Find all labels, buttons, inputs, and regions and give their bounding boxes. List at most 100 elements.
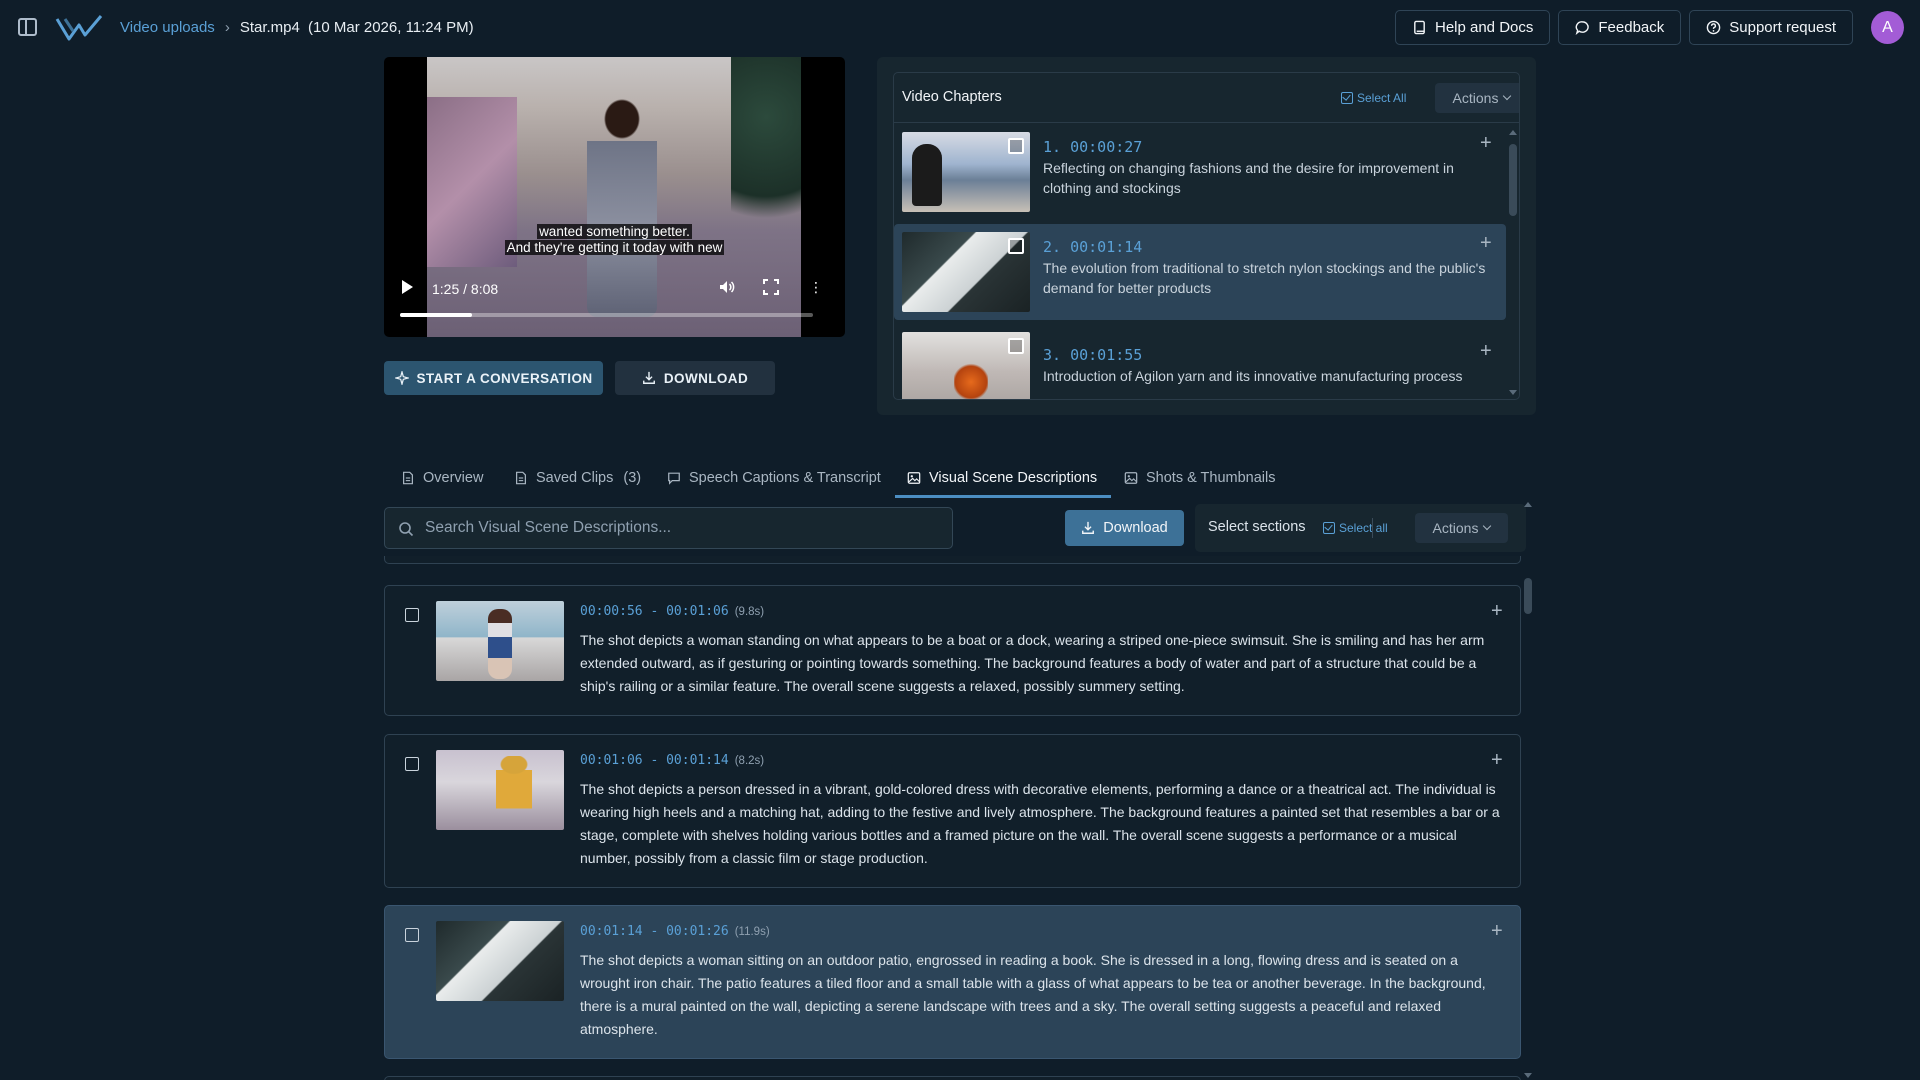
chapters-header: Video Chapters Select All Actions [894,73,1519,123]
scene-checkbox[interactable] [405,608,419,622]
sparkle-icon [394,371,409,385]
breadcrumb-current-file: Star.mp4 (10 Mar 2026, 11:24 PM) [240,19,474,36]
header-actions: Help and Docs Feedback Support request A [1394,10,1904,45]
scroll-up-icon[interactable] [1509,130,1517,135]
scene-card[interactable]: 00:01:14 - 00:01:26 (11.9s) The shot depi… [384,905,1521,1059]
top-bar: Video uploads › Star.mp4 (10 Mar 2026, 1… [0,0,1920,55]
support-request-button[interactable]: Support request [1689,10,1853,45]
chapter-item[interactable]: 2. 00:01:14 The evolution from tradition… [894,224,1506,320]
chevron-down-icon [1483,521,1492,531]
breadcrumb-video-uploads[interactable]: Video uploads [120,19,215,36]
scroll-thumb[interactable] [1509,144,1517,216]
play-icon[interactable] [402,280,413,294]
chapters-card: Video Chapters Select All Actions 1. 00:… [893,72,1520,400]
chapters-list: 1. 00:00:27 Reflecting on changing fashi… [894,124,1506,399]
feedback-label: Feedback [1598,19,1665,36]
tab-speech-captions[interactable]: Speech Captions & Transcript [667,458,881,498]
scene-thumbnail[interactable] [436,921,564,1001]
chapters-select-all-button[interactable]: Select All [1341,91,1406,105]
chapter-item[interactable]: 1. 00:00:27 Reflecting on changing fashi… [894,124,1506,220]
download-descriptions-label: Download [1103,520,1168,536]
scene-time-range[interactable]: 00:00:56 - 00:01:06 (9.8s) [580,604,764,619]
scene-checkbox[interactable] [405,928,419,942]
scene-duration: (8.2s) [734,755,765,767]
app-logo-icon[interactable] [55,13,103,43]
sidebar-toggle-icon[interactable] [18,18,37,36]
video-time: 1:25 / 8:08 [432,281,499,297]
scroll-thumb[interactable] [1524,578,1532,614]
tab-shots-thumbnails[interactable]: Shots & Thumbnails [1124,458,1276,498]
chapter-time[interactable]: 3. 00:01:55 [1043,346,1142,364]
scene-duration: (9.8s) [734,606,765,618]
chevron-right-icon: › [224,19,230,36]
select-sections-label: Select sections [1208,519,1306,535]
chapter-description: Reflecting on changing fashions and the … [1043,160,1454,196]
scene-thumbnail[interactable] [436,601,564,681]
fullscreen-icon[interactable] [763,279,779,295]
scene-time-range[interactable]: 00:01:06 - 00:01:14 (8.2s) [580,753,764,768]
chapter-time[interactable]: 1. 00:00:27 [1043,138,1142,156]
scene-card-partial [384,1076,1521,1080]
add-icon[interactable]: + [1480,132,1492,155]
start-conversation-button[interactable]: START A CONVERSATION [384,361,603,395]
select-all-sections-button[interactable]: Select all [1323,521,1388,535]
scene-time-range[interactable]: 00:01:14 - 00:01:26 (11.9s) [580,924,770,939]
help-docs-button[interactable]: Help and Docs [1394,10,1551,45]
volume-icon[interactable] [718,278,736,296]
chapter-checkbox[interactable] [1008,138,1024,154]
tab-overview[interactable]: Overview [401,458,483,498]
chapters-actions-dropdown[interactable]: Actions [1435,83,1519,113]
scene-card[interactable]: 00:01:06 - 00:01:14 (8.2s) The shot depic… [384,734,1521,888]
scroll-up-icon[interactable] [1524,502,1532,507]
chapter-description: The evolution from traditional to stretc… [1043,260,1486,296]
saved-clips-count: (3) [623,470,642,486]
scene-search [384,507,953,549]
select-all-sections-label: Select all [1339,521,1388,535]
chapter-checkbox[interactable] [1008,338,1024,354]
add-icon[interactable]: + [1480,340,1492,363]
scene-duration: (11.9s) [734,926,770,938]
add-icon[interactable]: + [1480,232,1492,255]
scene-list-scrollbar[interactable] [1521,500,1536,1080]
chapter-item[interactable]: 3. 00:01:55 Introduction of Agilon yarn … [894,324,1506,399]
chapter-checkbox[interactable] [1008,238,1024,254]
scene-thumbnail[interactable] [436,750,564,830]
video-player[interactable]: wanted something better. And they're get… [384,57,845,337]
add-icon[interactable]: + [1491,920,1503,943]
sections-actions-dropdown[interactable]: Actions [1415,513,1508,543]
more-options-icon[interactable]: ⋮ [808,279,824,295]
start-conversation-label: START A CONVERSATION [416,370,593,386]
breadcrumb: Video uploads › Star.mp4 (10 Mar 2026, 1… [120,19,474,36]
scene-description: The shot depicts a woman standing on wha… [580,632,1485,694]
search-input[interactable] [425,508,945,548]
chapter-thumbnail [902,132,1030,212]
download-video-label: DOWNLOAD [663,370,749,386]
scroll-down-icon[interactable] [1524,1073,1532,1078]
download-video-button[interactable]: DOWNLOAD [615,361,775,395]
scene-checkbox[interactable] [405,757,419,771]
download-icon [1082,521,1095,534]
video-progress-bar[interactable] [400,313,813,317]
tab-visual-scene-descriptions[interactable]: Visual Scene Descriptions [894,458,1112,498]
download-icon [642,371,655,384]
scroll-down-icon[interactable] [1509,390,1517,395]
scene-range: 00:01:14 - 00:01:26 [580,924,729,939]
content-tabs: Overview Saved Clips (3) Speech Captions… [384,458,1536,498]
add-icon[interactable]: + [1491,600,1503,623]
download-descriptions-button[interactable]: Download [1065,510,1184,546]
user-avatar[interactable]: A [1871,11,1904,44]
video-progress-fill [400,313,473,317]
search-icon [399,522,414,537]
speech-bubble-icon [668,472,680,485]
add-icon[interactable]: + [1491,749,1503,772]
book-icon [1414,20,1425,35]
scene-card[interactable]: 00:00:56 - 00:01:06 (9.8s) The shot depic… [384,585,1521,716]
chapters-scrollbar[interactable] [1506,124,1519,399]
chapter-thumbnail [902,332,1030,399]
file-icon [516,471,526,485]
chapter-time[interactable]: 2. 00:01:14 [1043,238,1142,256]
tab-overview-label: Overview [423,470,484,486]
feedback-button[interactable]: Feedback [1558,10,1682,45]
tab-saved-clips[interactable]: Saved Clips (3) [514,458,641,498]
chat-bubble-icon [1575,21,1590,35]
